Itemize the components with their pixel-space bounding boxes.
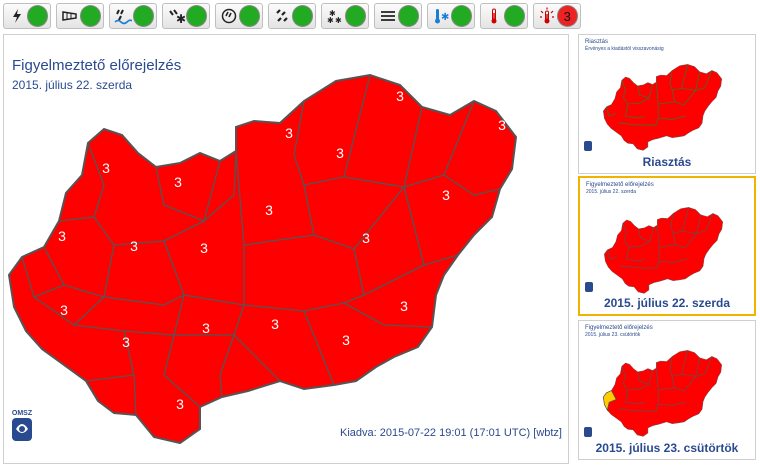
side-panel-alert[interactable]: Riasztás Érvényes a kiadástól visszavoná… [578, 34, 756, 174]
heat-icon [537, 6, 557, 26]
cold-icon: ✱ [431, 6, 451, 26]
rain-status [132, 5, 154, 27]
hungary-warning-map: 3 3 3 3 3 3 3 3 3 3 3 3 3 3 3 3 3 3 3 [7, 73, 518, 445]
lightning-button[interactable] [3, 3, 51, 29]
side-caption: Riasztás [642, 155, 692, 169]
thermometer-status [503, 5, 525, 27]
region-label: 3 [285, 125, 293, 141]
country-outline [7, 73, 518, 445]
cold-status [450, 5, 472, 27]
wind-button[interactable] [56, 3, 104, 29]
mini-map-green [603, 64, 722, 151]
heat-button[interactable]: 3 [533, 3, 581, 29]
mini-subtitle: 2015. július 23. csütörtök [585, 332, 641, 338]
region-label: 3 [202, 320, 210, 336]
side-panel-today[interactable]: Figyelmeztető előrejelzés 2015. július 2… [578, 176, 756, 316]
svg-text:✱: ✱ [327, 16, 334, 25]
region-label: 3 [200, 240, 208, 256]
region-label: 3 [271, 316, 279, 332]
mini-logo [584, 427, 592, 437]
snow-button[interactable]: ✱ [162, 3, 210, 29]
fog-status [397, 5, 419, 27]
fog-icon [378, 6, 398, 26]
freezing-rain-status [238, 5, 260, 27]
svg-text:✱: ✱ [335, 16, 342, 25]
fog-button[interactable] [374, 3, 422, 29]
wind-icon [60, 6, 80, 26]
mini-logo [584, 141, 592, 151]
ice-button[interactable] [268, 3, 316, 29]
rain-icon [113, 6, 133, 26]
lightning-status [26, 5, 48, 27]
main-map-panel: Figyelmeztető előrejelzés 2015. július 2… [3, 34, 569, 464]
side-panel-tomorrow[interactable]: Figyelmeztető előrejelzés 2015. július 2… [578, 320, 756, 460]
freezing-rain-button[interactable] [215, 3, 263, 29]
region-label: 3 [396, 88, 404, 104]
mini-title: Riasztás [585, 39, 609, 45]
region-label: 3 [442, 187, 450, 203]
hazard-toolbar: ✱ ✱ ✱ ✱ ✱ 3 [3, 3, 581, 31]
region-label: 3 [336, 145, 344, 161]
region-label: 3 [400, 298, 408, 314]
svg-text:✱: ✱ [441, 12, 449, 23]
region-label: 3 [102, 160, 110, 176]
region-label: 3 [342, 332, 350, 348]
snowdrift-icon: ✱ ✱ ✱ [325, 6, 345, 26]
freezing-rain-icon [219, 6, 239, 26]
side-caption: 2015. július 23. csütörtök [595, 441, 739, 455]
region-label: 3 [60, 302, 68, 318]
snow-status [185, 5, 207, 27]
mini-title: Figyelmeztető előrejelzés [585, 325, 653, 331]
omsz-logo: OMSZ [10, 407, 34, 443]
mini-subtitle: Érvényes a kiadástól visszavonásig [585, 46, 664, 52]
mini-logo [585, 282, 593, 292]
rain-button[interactable] [109, 3, 157, 29]
mini-map-today [604, 207, 723, 294]
region-label: 3 [130, 238, 138, 254]
region-label: 3 [174, 174, 182, 190]
wind-status [79, 5, 101, 27]
svg-text:✱: ✱ [176, 12, 185, 25]
side-caption: 2015. július 22. szerda [603, 296, 731, 310]
mini-title: Figyelmeztető előrejelzés [586, 182, 654, 188]
issued-timestamp: Kiadva: 2015-07-22 19:01 (17:01 UTC) [wb… [340, 427, 562, 439]
snowdrift-status [344, 5, 366, 27]
ice-icon [272, 6, 292, 26]
snow-icon: ✱ [166, 6, 186, 26]
region-label: 3 [58, 228, 66, 244]
ice-status [291, 5, 313, 27]
thermometer-icon [484, 6, 504, 26]
snowdrift-button[interactable]: ✱ ✱ ✱ [321, 3, 369, 29]
region-label: 3 [122, 334, 130, 350]
lightning-icon [7, 6, 27, 26]
cold-button[interactable]: ✱ [427, 3, 475, 29]
region-label: 3 [265, 202, 273, 218]
svg-text:OMSZ: OMSZ [12, 410, 33, 417]
thermometer-button[interactable] [480, 3, 528, 29]
region-label: 3 [176, 396, 184, 412]
region-label: 3 [498, 117, 506, 133]
region-label: 3 [362, 230, 370, 246]
heat-status: 3 [556, 5, 578, 27]
mini-subtitle: 2015. július 22. szerda [586, 189, 637, 195]
mini-map-tomorrow [602, 350, 722, 437]
